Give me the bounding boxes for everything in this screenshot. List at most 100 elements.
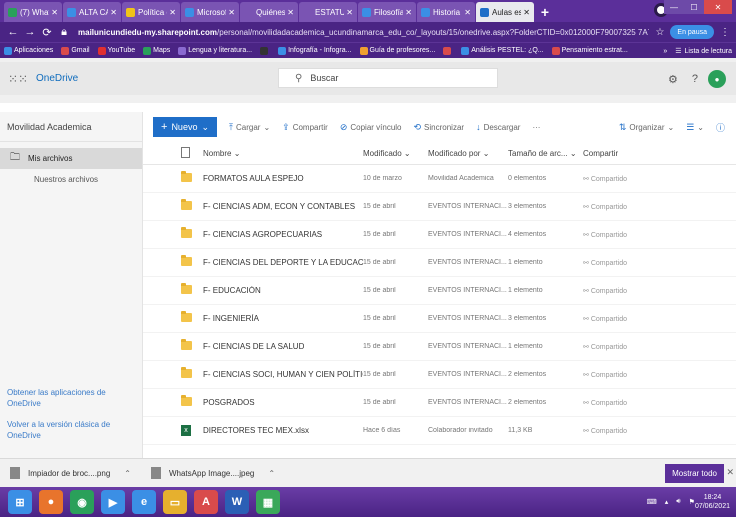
file-name[interactable]: F- CIENCIAS AGROPECUARIAS — [193, 230, 363, 239]
download-button[interactable]: ↓ Descargar — [476, 122, 520, 132]
tab-close-icon[interactable]: ✕ — [110, 8, 117, 17]
table-row[interactable]: F- CIENCIAS ADM, ECON Y CONTABLES 15 de a… — [143, 193, 736, 221]
settings-gear-icon[interactable]: ⚙ — [668, 73, 678, 86]
bookmark-item[interactable]: Pensamiento estrat... — [551, 46, 628, 55]
taskbar-acrobat-icon[interactable]: A — [194, 490, 218, 514]
table-row[interactable]: F- INGENIERÍA 15 de abril EVENTOS INTERNAC… — [143, 305, 736, 333]
bookmark-item[interactable] — [260, 46, 270, 55]
minimize-button[interactable]: — — [664, 0, 684, 14]
bookmarks-more-button[interactable]: » — [663, 48, 667, 55]
help-icon[interactable]: ? — [692, 73, 698, 85]
chevron-up-icon[interactable]: ⌃ — [124, 469, 131, 478]
download-item[interactable]: Impiador de broc....png ⌃ — [10, 467, 131, 479]
new-tab-button[interactable]: + — [535, 2, 555, 22]
file-type-header[interactable] — [143, 146, 193, 160]
bookmark-star-icon[interactable]: ☆ — [655, 27, 664, 38]
table-row[interactable]: FORMATOS AULA ESPEJO 10 de marzo Movilidad… — [143, 165, 736, 193]
taskbar-media-icon[interactable]: ▶ — [101, 490, 125, 514]
file-name[interactable]: F- INGENIERÍA — [193, 314, 363, 323]
file-name[interactable]: DIRECTORES TEC MEX.xlsx — [193, 426, 363, 435]
browser-tab[interactable]: Aulas espe✕ — [476, 2, 534, 22]
file-name[interactable]: FORMATOS AULA ESPEJO — [193, 174, 363, 183]
upload-button[interactable]: ⤒ Cargar ⌄ — [229, 122, 270, 133]
view-switch-button[interactable]: ☰ ⌄ — [686, 122, 704, 133]
tab-close-icon[interactable]: ✕ — [51, 8, 58, 17]
organize-button[interactable]: ⇅ Organizar ⌄ — [619, 122, 674, 133]
bookmark-item[interactable] — [443, 46, 453, 55]
sync-paused-button[interactable]: En pausa — [670, 25, 714, 39]
info-button[interactable]: ⓘ — [716, 121, 728, 134]
table-row[interactable]: F- CIENCIAS DE LA SALUD 15 de abril EVENTO… — [143, 333, 736, 361]
get-apps-link[interactable]: Obtener las aplicaciones de OneDrive — [7, 387, 132, 409]
reading-list-button[interactable]: ☰ Lista de lectura — [675, 47, 732, 56]
sidebar-item-our-files[interactable]: Nuestros archivos — [0, 169, 142, 190]
file-sharing-cell[interactable]: ⚯ Compartido — [583, 343, 643, 351]
file-sharing-cell[interactable]: ⚯ Compartido — [583, 175, 643, 183]
clock[interactable]: 18:24 07/06/2021 — [695, 493, 730, 511]
bookmark-item[interactable]: Aplicaciones — [4, 46, 53, 55]
close-window-button[interactable]: ✕ — [704, 0, 732, 14]
bookmark-item[interactable]: Infografía - Infogra... — [278, 46, 352, 55]
back-arrow-icon[interactable]: ← — [6, 26, 20, 38]
table-row[interactable]: F- CIENCIAS DEL DEPORTE Y LA EDUCACIÓN 15… — [143, 249, 736, 277]
search-box[interactable]: ⚲ Buscar — [278, 68, 498, 88]
url-field[interactable]: maiIunicundiedu-my.sharepoint.com/person… — [78, 28, 649, 37]
tab-close-icon[interactable]: ✕ — [523, 8, 530, 17]
download-item[interactable]: WhatsApp Image....jpeg ⌃ — [150, 467, 275, 479]
table-row[interactable]: POSGRADOS 15 de abril EVENTOS INTERNACI...… — [143, 389, 736, 417]
taskbar-firefox-icon[interactable]: ● — [39, 490, 63, 514]
keyboard-icon[interactable]: ⌨ — [647, 498, 657, 506]
file-sharing-cell[interactable]: ⚯ Compartido — [583, 203, 643, 211]
taskbar-ie-icon[interactable]: e — [132, 490, 156, 514]
taskbar-start-icon[interactable]: ⊞ — [8, 490, 32, 514]
app-launcher-icon[interactable]: ⁙⁙ — [8, 72, 28, 86]
app-title[interactable]: OneDrive — [36, 73, 78, 84]
browser-tab[interactable]: ESTATUTO✕ — [299, 2, 357, 22]
bookmark-item[interactable]: YouTube — [97, 46, 135, 55]
taskbar-explorer-icon[interactable]: ▭ — [163, 490, 187, 514]
maximize-button[interactable]: ☐ — [684, 0, 704, 14]
browser-tab[interactable]: (7) WhatsA✕ — [4, 2, 62, 22]
taskbar-photos-icon[interactable]: ▦ — [256, 490, 280, 514]
new-button[interactable]: + Nuevo ⌄ — [153, 117, 217, 137]
file-sharing-cell[interactable]: ⚯ Compartido — [583, 399, 643, 407]
browser-tab[interactable]: Historia ✕ — [417, 2, 475, 22]
file-sharing-cell[interactable]: ⚯ Compartido — [583, 287, 643, 295]
bookmark-item[interactable]: Gmail — [61, 46, 90, 55]
bookmark-item[interactable]: Lengua y literatura... — [178, 46, 252, 55]
column-name[interactable]: Nombre ⌄ — [193, 149, 363, 158]
file-sharing-cell[interactable]: ⚯ Compartido — [583, 427, 643, 435]
lock-icon[interactable]: 🔒︎ — [57, 26, 71, 39]
sidebar-item-my-files[interactable]: 🗀︎ Mis archivos — [0, 148, 142, 169]
classic-view-link[interactable]: Volver a la versión clásica de OneDrive — [7, 419, 132, 441]
reload-icon[interactable]: ⟳ — [40, 26, 54, 39]
table-row[interactable]: F- EDUCACIÓN 15 de abril EVENTOS INTERNACI… — [143, 277, 736, 305]
browser-tab[interactable]: Quiénes Sc✕ — [240, 2, 298, 22]
column-modified-by[interactable]: Modificado por ⌄ — [428, 149, 508, 158]
chevron-up-icon[interactable]: ⌃ — [268, 469, 275, 478]
show-all-button[interactable]: Mostrar todo — [665, 464, 724, 483]
browser-menu-icon[interactable]: ⋮ — [720, 27, 730, 38]
table-row[interactable]: F- CIENCIAS AGROPECUARIAS 15 de abril EVEN… — [143, 221, 736, 249]
file-name[interactable]: F- CIENCIAS SOCI, HUMAN Y CIEN POLÍTIC..… — [193, 370, 363, 379]
forward-arrow-icon[interactable]: → — [23, 26, 37, 38]
file-name[interactable]: F- CIENCIAS ADM, ECON Y CONTABLES — [193, 202, 363, 211]
table-row[interactable]: x DIRECTORES TEC MEX.xlsx Hace 6 días Colab… — [143, 417, 736, 445]
file-sharing-cell[interactable]: ⚯ Compartido — [583, 231, 643, 239]
sync-button[interactable]: ⟲ Sincronizar — [414, 122, 465, 133]
avatar[interactable]: ● — [708, 70, 726, 88]
tab-close-icon[interactable]: ✕ — [287, 8, 294, 17]
bookmark-item[interactable]: Análisis PESTEL: ¿Q... — [461, 46, 544, 55]
browser-tab[interactable]: Microsoft ✕ — [181, 2, 239, 22]
browser-tab[interactable]: Política de✕ — [122, 2, 180, 22]
share-button[interactable]: ⇪ Compartir — [282, 122, 328, 133]
tab-close-icon[interactable]: ✕ — [169, 8, 176, 17]
browser-tab[interactable]: ALTA CALI✕ — [63, 2, 121, 22]
tab-close-icon[interactable]: ✕ — [405, 8, 412, 17]
file-name[interactable]: F- CIENCIAS DE LA SALUD — [193, 342, 363, 351]
bookmark-item[interactable]: Guía de profesores... — [359, 46, 435, 55]
taskbar-chrome-icon[interactable]: ◉ — [70, 490, 94, 514]
column-size[interactable]: Tamaño de arc... ⌄ — [508, 149, 583, 158]
volume-icon[interactable]: 🔊︎ — [676, 498, 680, 506]
column-modified[interactable]: Modificado ⌄ — [363, 149, 428, 158]
